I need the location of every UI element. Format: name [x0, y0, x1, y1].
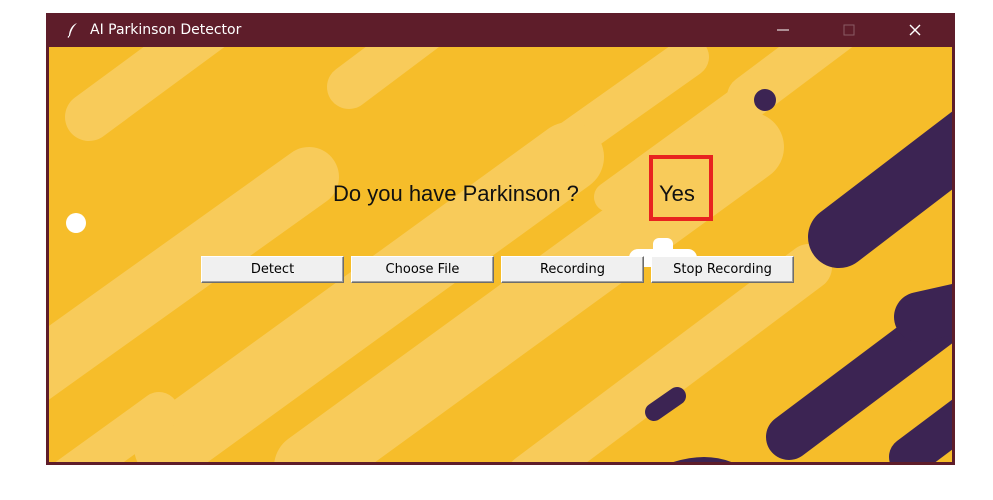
background-canvas: Do you have Parkinson ? Yes Detect Choos…	[49, 47, 952, 462]
answer-label: Yes	[659, 181, 695, 206]
app-window: AI Parkinson Detector Do you have Parkin…	[46, 13, 955, 465]
window-title: AI Parkinson Detector	[90, 22, 242, 38]
question-label: Do you have Parkinson ?	[333, 181, 579, 206]
decorative-background	[49, 47, 952, 462]
choose-file-button[interactable]: Choose File	[351, 256, 494, 283]
maximize-button[interactable]	[826, 13, 872, 47]
minimize-button[interactable]	[760, 13, 806, 47]
feather-icon	[66, 22, 80, 38]
close-icon	[909, 24, 921, 36]
maximize-icon	[843, 24, 855, 36]
detect-button[interactable]: Detect	[201, 256, 344, 283]
stop-recording-button[interactable]: Stop Recording	[651, 256, 794, 283]
minimize-icon	[777, 29, 789, 31]
title-bar[interactable]: AI Parkinson Detector	[46, 13, 955, 47]
recording-button[interactable]: Recording	[501, 256, 644, 283]
close-button[interactable]	[892, 13, 938, 47]
